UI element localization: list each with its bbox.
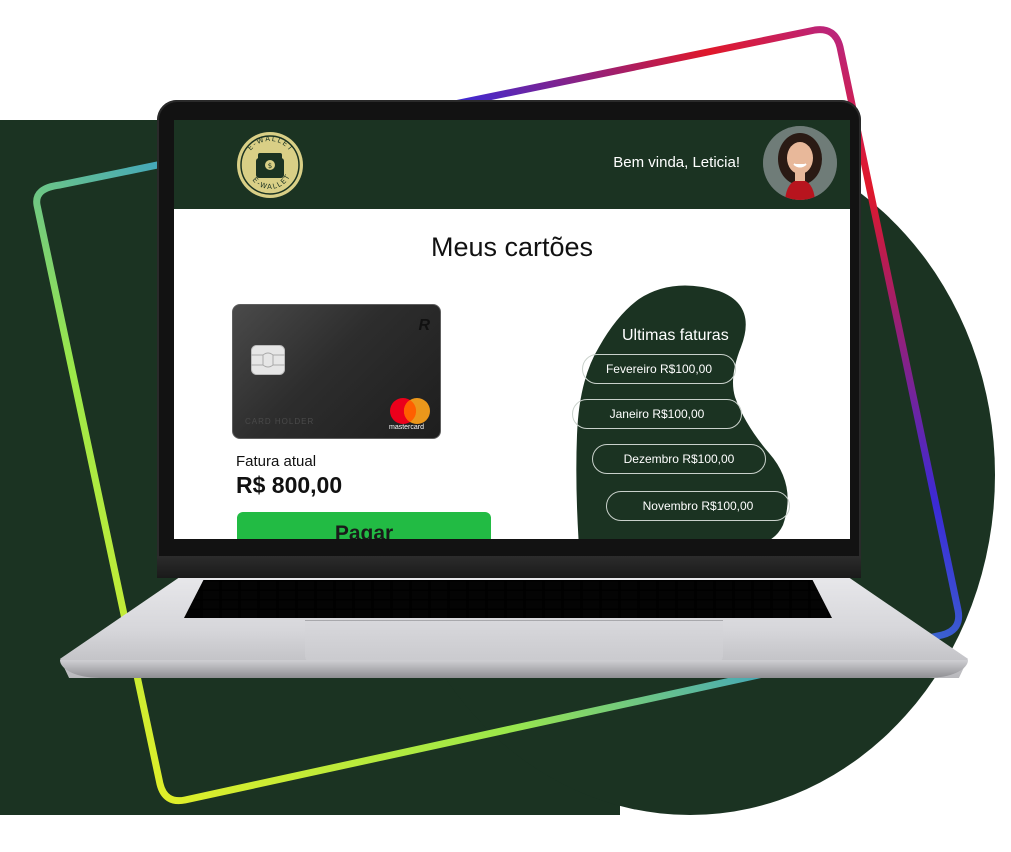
invoice-item-janeiro[interactable]: Janeiro R$100,00 xyxy=(572,399,742,429)
current-invoice-amount: R$ 800,00 xyxy=(236,472,343,498)
current-invoice-label: Fatura atual xyxy=(236,453,317,470)
laptop-trackpad xyxy=(305,620,723,662)
invoice-item-fevereiro[interactable]: Fevereiro R$100,00 xyxy=(582,354,736,384)
laptop-bezel-bottom xyxy=(157,556,861,578)
welcome-message: Bem vinda, Leticia! xyxy=(613,154,740,171)
laptop-keyboard xyxy=(184,580,832,618)
card-holder-label: CARD HOLDER xyxy=(245,417,315,426)
avatar-photo xyxy=(763,126,837,200)
laptop-base-lip xyxy=(60,660,968,678)
invoices-title: Ultimas faturas xyxy=(622,327,729,344)
card-brand-mark: R xyxy=(418,317,430,334)
pay-button[interactable]: Pagar xyxy=(237,512,491,539)
page-title: Meus cartões xyxy=(430,232,594,262)
invoice-item-dezembro[interactable]: Dezembro R$100,00 xyxy=(592,444,766,474)
mastercard-logo-icon xyxy=(390,398,430,424)
user-avatar[interactable] xyxy=(763,126,837,200)
laptop-screen: $ E-WALLET E-WALLET Bem vinda, Leticia! … xyxy=(174,120,850,539)
app-header: $ E-WALLET E-WALLET Bem vinda, Leticia! xyxy=(174,120,850,209)
card-network-label: mastercard xyxy=(389,424,425,431)
svg-text:$: $ xyxy=(268,162,272,170)
invoice-item-novembro[interactable]: Novembro R$100,00 xyxy=(606,491,790,521)
wallet-logo-icon[interactable]: $ E-WALLET E-WALLET xyxy=(236,131,304,199)
credit-card[interactable]: R CARD HOLDER mastercard xyxy=(232,304,441,439)
card-chip-icon xyxy=(251,345,285,375)
